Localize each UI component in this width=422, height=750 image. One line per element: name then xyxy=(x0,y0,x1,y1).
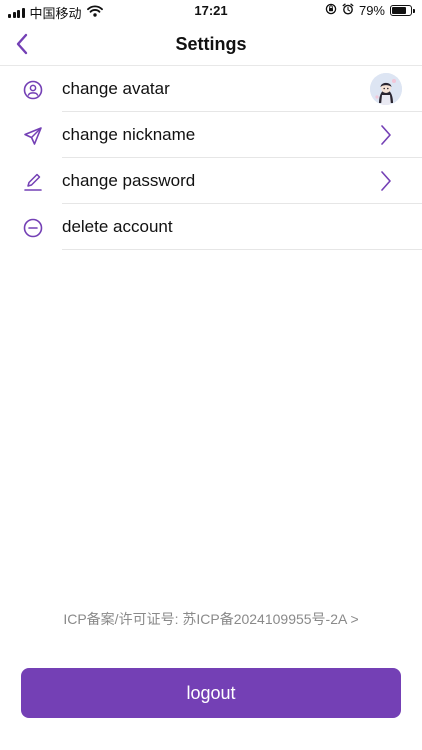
battery-icon xyxy=(390,5,415,16)
delete-account-label: delete account xyxy=(62,217,173,236)
page-title: Settings xyxy=(175,34,247,54)
edit-icon xyxy=(24,173,42,191)
battery-fill xyxy=(392,7,407,14)
change-nickname-row[interactable]: change nickname xyxy=(0,112,422,158)
status-bar: 中国移动 17:21 79% xyxy=(0,0,422,22)
change-avatar-row[interactable]: change avatar xyxy=(0,66,422,112)
nav-bar: Settings xyxy=(0,22,422,66)
status-right: 79% xyxy=(325,3,415,18)
change-password-row[interactable]: change password xyxy=(0,158,422,204)
avatar[interactable] xyxy=(370,73,402,105)
change-password-label: change password xyxy=(62,171,196,190)
send-icon xyxy=(24,127,42,145)
settings-list: change avatar change nickname change pas… xyxy=(0,66,422,250)
orientation-lock-icon xyxy=(325,3,337,18)
row-divider xyxy=(62,249,422,250)
user-circle-icon xyxy=(23,80,43,100)
change-nickname-label: change nickname xyxy=(62,125,196,144)
minus-circle-icon xyxy=(23,218,43,238)
icp-license-link[interactable]: ICP备案/许可证号: 苏ICP备2024109955号-2A > xyxy=(0,609,422,629)
battery-percent: 79% xyxy=(358,3,385,18)
chevron-right-icon xyxy=(381,171,391,191)
logout-button[interactable]: logout xyxy=(21,668,401,718)
delete-account-row[interactable]: delete account xyxy=(0,204,422,250)
change-avatar-label: change avatar xyxy=(62,79,170,98)
alarm-icon xyxy=(342,3,354,18)
chevron-right-icon xyxy=(381,125,391,145)
